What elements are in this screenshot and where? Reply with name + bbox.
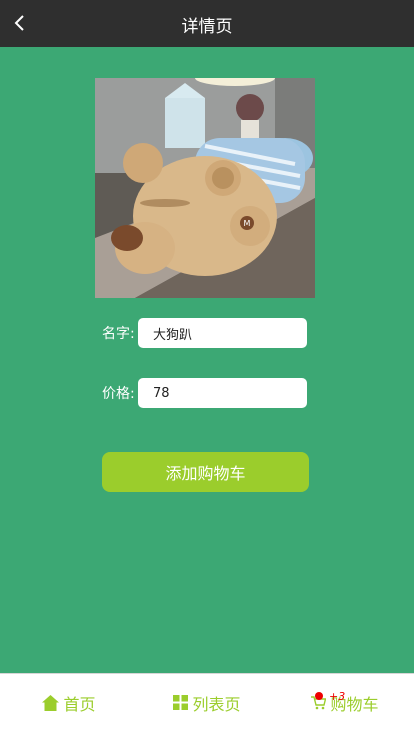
price-input[interactable] — [138, 378, 307, 408]
tab-home[interactable]: 首页 — [0, 674, 138, 731]
svg-text:M: M — [244, 219, 251, 228]
grid-icon — [173, 695, 189, 710]
price-label: 价格: — [102, 386, 135, 402]
add-to-cart-button[interactable]: 添加购物车 — [102, 452, 309, 492]
home-icon — [42, 694, 60, 711]
tab-list-label: 列表页 — [192, 694, 241, 714]
product-image: M — [95, 78, 315, 298]
name-label: 名字: — [102, 326, 135, 342]
tab-home-label: 首页 — [63, 694, 96, 714]
tab-list[interactable]: 列表页 — [138, 674, 276, 731]
cart-badge-count: +3 — [329, 690, 346, 703]
name-row: 名字: — [102, 318, 312, 348]
price-row: 价格: — [102, 378, 312, 408]
detail-content: M 名字: 价格: 添加购物车 — [0, 47, 414, 673]
bottom-tab-bar: 首页 列表页 购物车 +3 — [0, 673, 414, 731]
top-bar: 详情页 — [0, 0, 414, 47]
cart-badge-dot — [315, 692, 323, 700]
page-title: 详情页 — [181, 17, 233, 37]
name-input[interactable] — [138, 318, 307, 348]
